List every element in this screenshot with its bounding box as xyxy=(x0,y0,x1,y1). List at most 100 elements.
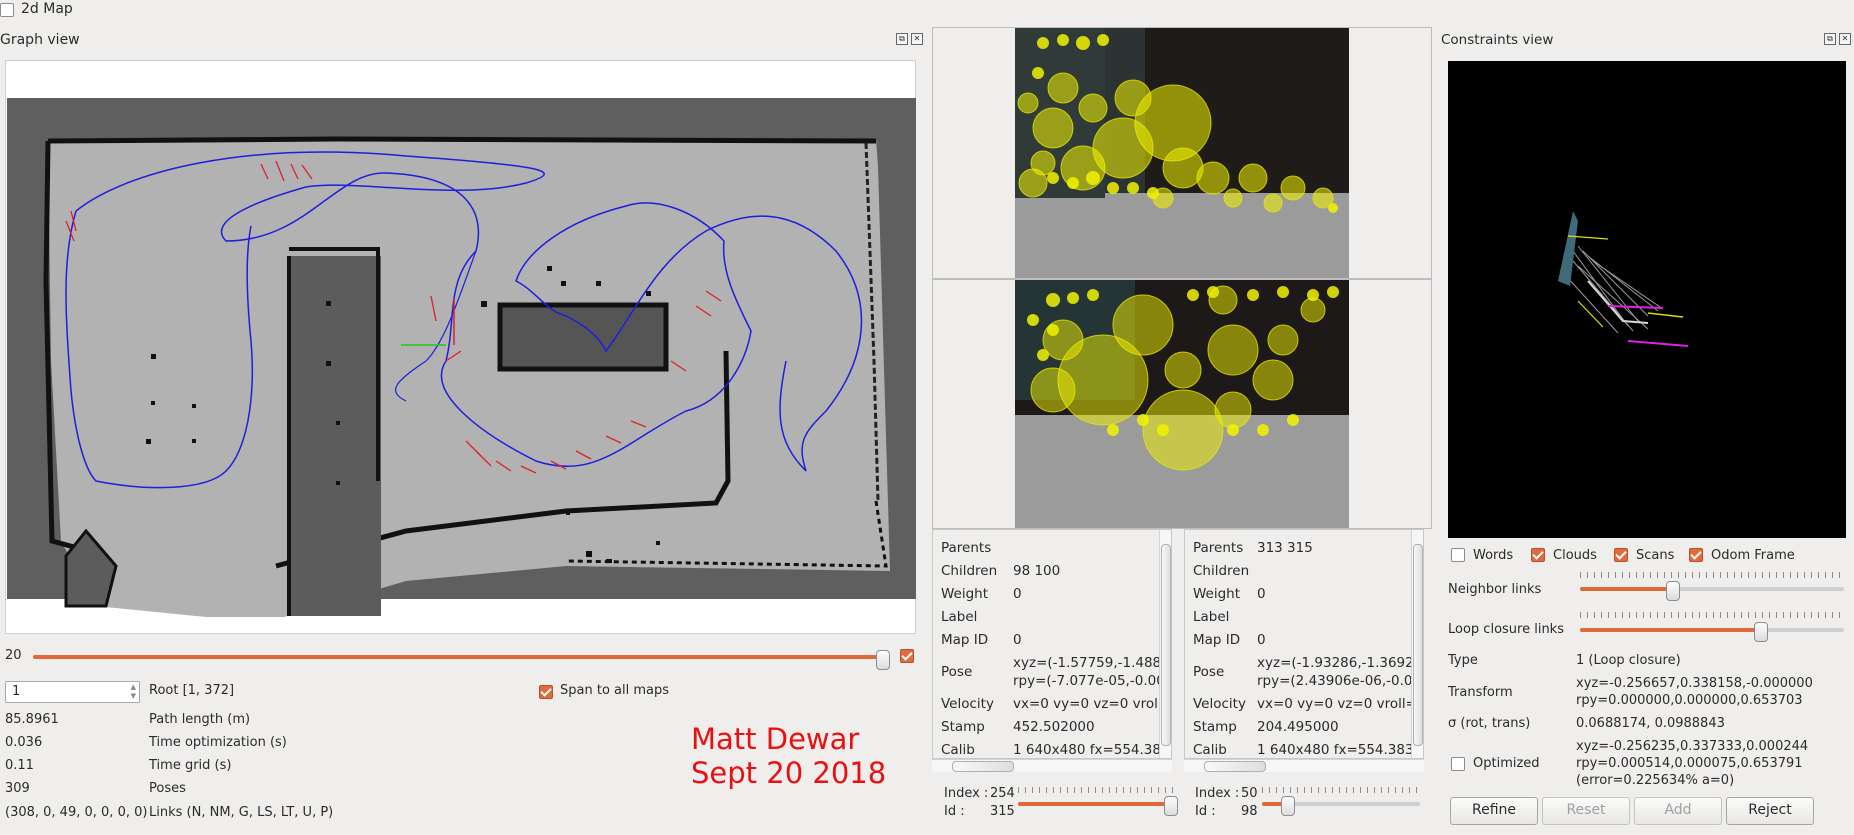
info-label: Parents xyxy=(1193,540,1244,556)
map2d-checkbox[interactable] xyxy=(0,3,14,17)
info-value: 98 100 xyxy=(1013,563,1061,579)
graph-view-float-icon[interactable]: ⧉ xyxy=(896,33,908,45)
info-value: 1 640x480 fx=554.383 fy xyxy=(1257,742,1411,758)
info-label: Pose xyxy=(1193,664,1225,680)
info-label: Parents xyxy=(941,540,992,556)
optimized-checkbox[interactable] xyxy=(1451,757,1465,771)
graph-slider-value: 20 xyxy=(5,648,22,663)
node-info-right-vscroll[interactable] xyxy=(1411,530,1423,758)
graph-view-close-icon[interactable]: ✕ xyxy=(911,33,923,45)
index-slider-right-handle[interactable] xyxy=(1281,796,1295,816)
index-slider-left-handle[interactable] xyxy=(1164,796,1178,816)
index-label-right: Index : xyxy=(1195,786,1240,801)
reset-button[interactable]: Reset xyxy=(1542,797,1630,825)
words-label: Words xyxy=(1473,548,1514,563)
info-label: Pose xyxy=(941,664,973,680)
stat-value: 309 xyxy=(5,781,30,796)
stat-label: Links (N, NM, G, LS, LT, U, P) xyxy=(149,805,334,820)
refine-button[interactable]: Refine xyxy=(1450,797,1538,825)
constraint-sigma-label: σ (rot, trans) xyxy=(1448,716,1531,731)
constraints-view-float-icon[interactable]: ⧉ xyxy=(1824,33,1836,45)
stat-value: (308, 0, 49, 0, 0, 0, 0) xyxy=(5,805,148,820)
stat-label: Path length (m) xyxy=(149,712,251,727)
info-label: Weight xyxy=(941,586,989,602)
info-value: rpy=(2.43906e-06,-0.000 xyxy=(1257,673,1411,689)
info-value: vx=0 vy=0 vz=0 vroll=0 v xyxy=(1013,696,1161,712)
node-info-left-vscroll[interactable] xyxy=(1159,530,1171,758)
index-slider-left-ticks xyxy=(1018,787,1178,793)
info-value: rpy=(-7.077e-05,-0.0007 xyxy=(1013,673,1161,689)
id-value-right: 98 xyxy=(1241,804,1258,819)
node-image-view-right[interactable] xyxy=(932,279,1432,529)
constraint-type-label: Type xyxy=(1448,653,1478,668)
info-label: Label xyxy=(941,609,978,625)
root-label: Root [1, 372] xyxy=(149,683,235,698)
info-label: Calib xyxy=(1193,742,1227,758)
span-all-maps-checkbox[interactable] xyxy=(539,685,553,699)
clouds-checkbox[interactable] xyxy=(1531,548,1545,562)
info-label: Map ID xyxy=(1193,632,1241,648)
constraint-transform-label: Transform xyxy=(1448,685,1513,700)
watermark-date: Sept 20 2018 xyxy=(691,756,887,790)
constraints-view-close-icon[interactable]: ✕ xyxy=(1839,33,1851,45)
loop-closure-links-handle[interactable] xyxy=(1754,622,1768,642)
graph-slider-checkbox[interactable] xyxy=(900,649,914,663)
optimized-label: Optimized xyxy=(1473,756,1540,771)
info-label: Stamp xyxy=(1193,719,1237,735)
id-value-left: 315 xyxy=(990,804,1015,819)
watermark-name: Matt Dewar xyxy=(691,722,860,756)
scans-checkbox[interactable] xyxy=(1614,548,1628,562)
spin-arrows-icon[interactable]: ▲ ▼ xyxy=(131,683,136,701)
reject-button[interactable]: Reject xyxy=(1726,797,1814,825)
info-value: 452.502000 xyxy=(1013,719,1095,735)
info-label: Children xyxy=(1193,563,1250,579)
loop-closure-links-label: Loop closure links xyxy=(1448,622,1564,637)
odom-frame-checkbox[interactable] xyxy=(1689,548,1703,562)
neighbor-links-ticks xyxy=(1580,572,1844,578)
node-info-left-hscroll[interactable] xyxy=(932,759,1172,772)
info-value: 0 xyxy=(1257,586,1266,602)
neighbor-links-label: Neighbor links xyxy=(1448,582,1542,597)
index-value-left: 254 xyxy=(990,786,1015,801)
loop-closure-links-ticks xyxy=(1580,612,1844,618)
constraints-3d-view[interactable] xyxy=(1448,61,1846,538)
info-value: 1 640x480 fx=554.383 fy xyxy=(1013,742,1161,758)
words-checkbox[interactable] xyxy=(1451,548,1465,562)
constraints-view-title: Constraints view xyxy=(1441,32,1554,48)
root-input-value[interactable]: 1 xyxy=(12,684,20,699)
info-value: vx=0 vy=0 vz=0 vroll=0 v xyxy=(1257,696,1411,712)
loop-closure-links-fill xyxy=(1580,628,1760,632)
node-image-left xyxy=(1015,28,1349,278)
odom-frame-label: Odom Frame xyxy=(1711,548,1795,563)
constraint-transform-value: xyz=-0.256657,0.338158,-0.000000 xyxy=(1576,676,1813,691)
stat-label: Time optimization (s) xyxy=(149,735,287,750)
info-value: xyz=(-1.57759,-1.48835,0 xyxy=(1013,655,1161,671)
info-value: 0 xyxy=(1013,586,1022,602)
node-info-left: Parents Children 98 100 Weight 0 Label M… xyxy=(932,529,1172,759)
node-info-right-hscroll[interactable] xyxy=(1184,759,1424,772)
graph-view-canvas[interactable] xyxy=(5,60,916,634)
add-button[interactable]: Add xyxy=(1634,797,1722,825)
id-label-left: Id : xyxy=(944,804,965,819)
neighbor-links-handle[interactable] xyxy=(1666,581,1680,601)
index-label-left: Index : xyxy=(944,786,989,801)
graph-view-title: Graph view xyxy=(0,32,80,48)
constraint-type-value: 1 (Loop closure) xyxy=(1576,653,1681,668)
info-label: Velocity xyxy=(1193,696,1246,712)
info-value: xyz=(-1.93286,-1.36929,0 xyxy=(1257,655,1411,671)
info-label: Velocity xyxy=(941,696,994,712)
index-value-right: 50 xyxy=(1241,786,1258,801)
info-value: 0 xyxy=(1013,632,1022,648)
graph-slider-handle[interactable] xyxy=(876,650,890,670)
root-spinbox[interactable]: 1 ▲ ▼ xyxy=(5,681,140,703)
index-slider-right-ticks xyxy=(1262,787,1420,793)
neighbor-links-fill xyxy=(1580,587,1672,591)
span-all-maps-label: Span to all maps xyxy=(560,683,670,698)
clouds-label: Clouds xyxy=(1553,548,1597,563)
optimized-xyz: xyz=-0.256235,0.337333,0.000244 xyxy=(1576,739,1809,754)
optimized-error: (error=0.225634% a=0) xyxy=(1576,773,1735,788)
node-image-view-left[interactable] xyxy=(932,27,1432,279)
info-label: Map ID xyxy=(941,632,989,648)
graph-slider-fill xyxy=(33,655,883,659)
stat-value: 85.8961 xyxy=(5,712,59,727)
